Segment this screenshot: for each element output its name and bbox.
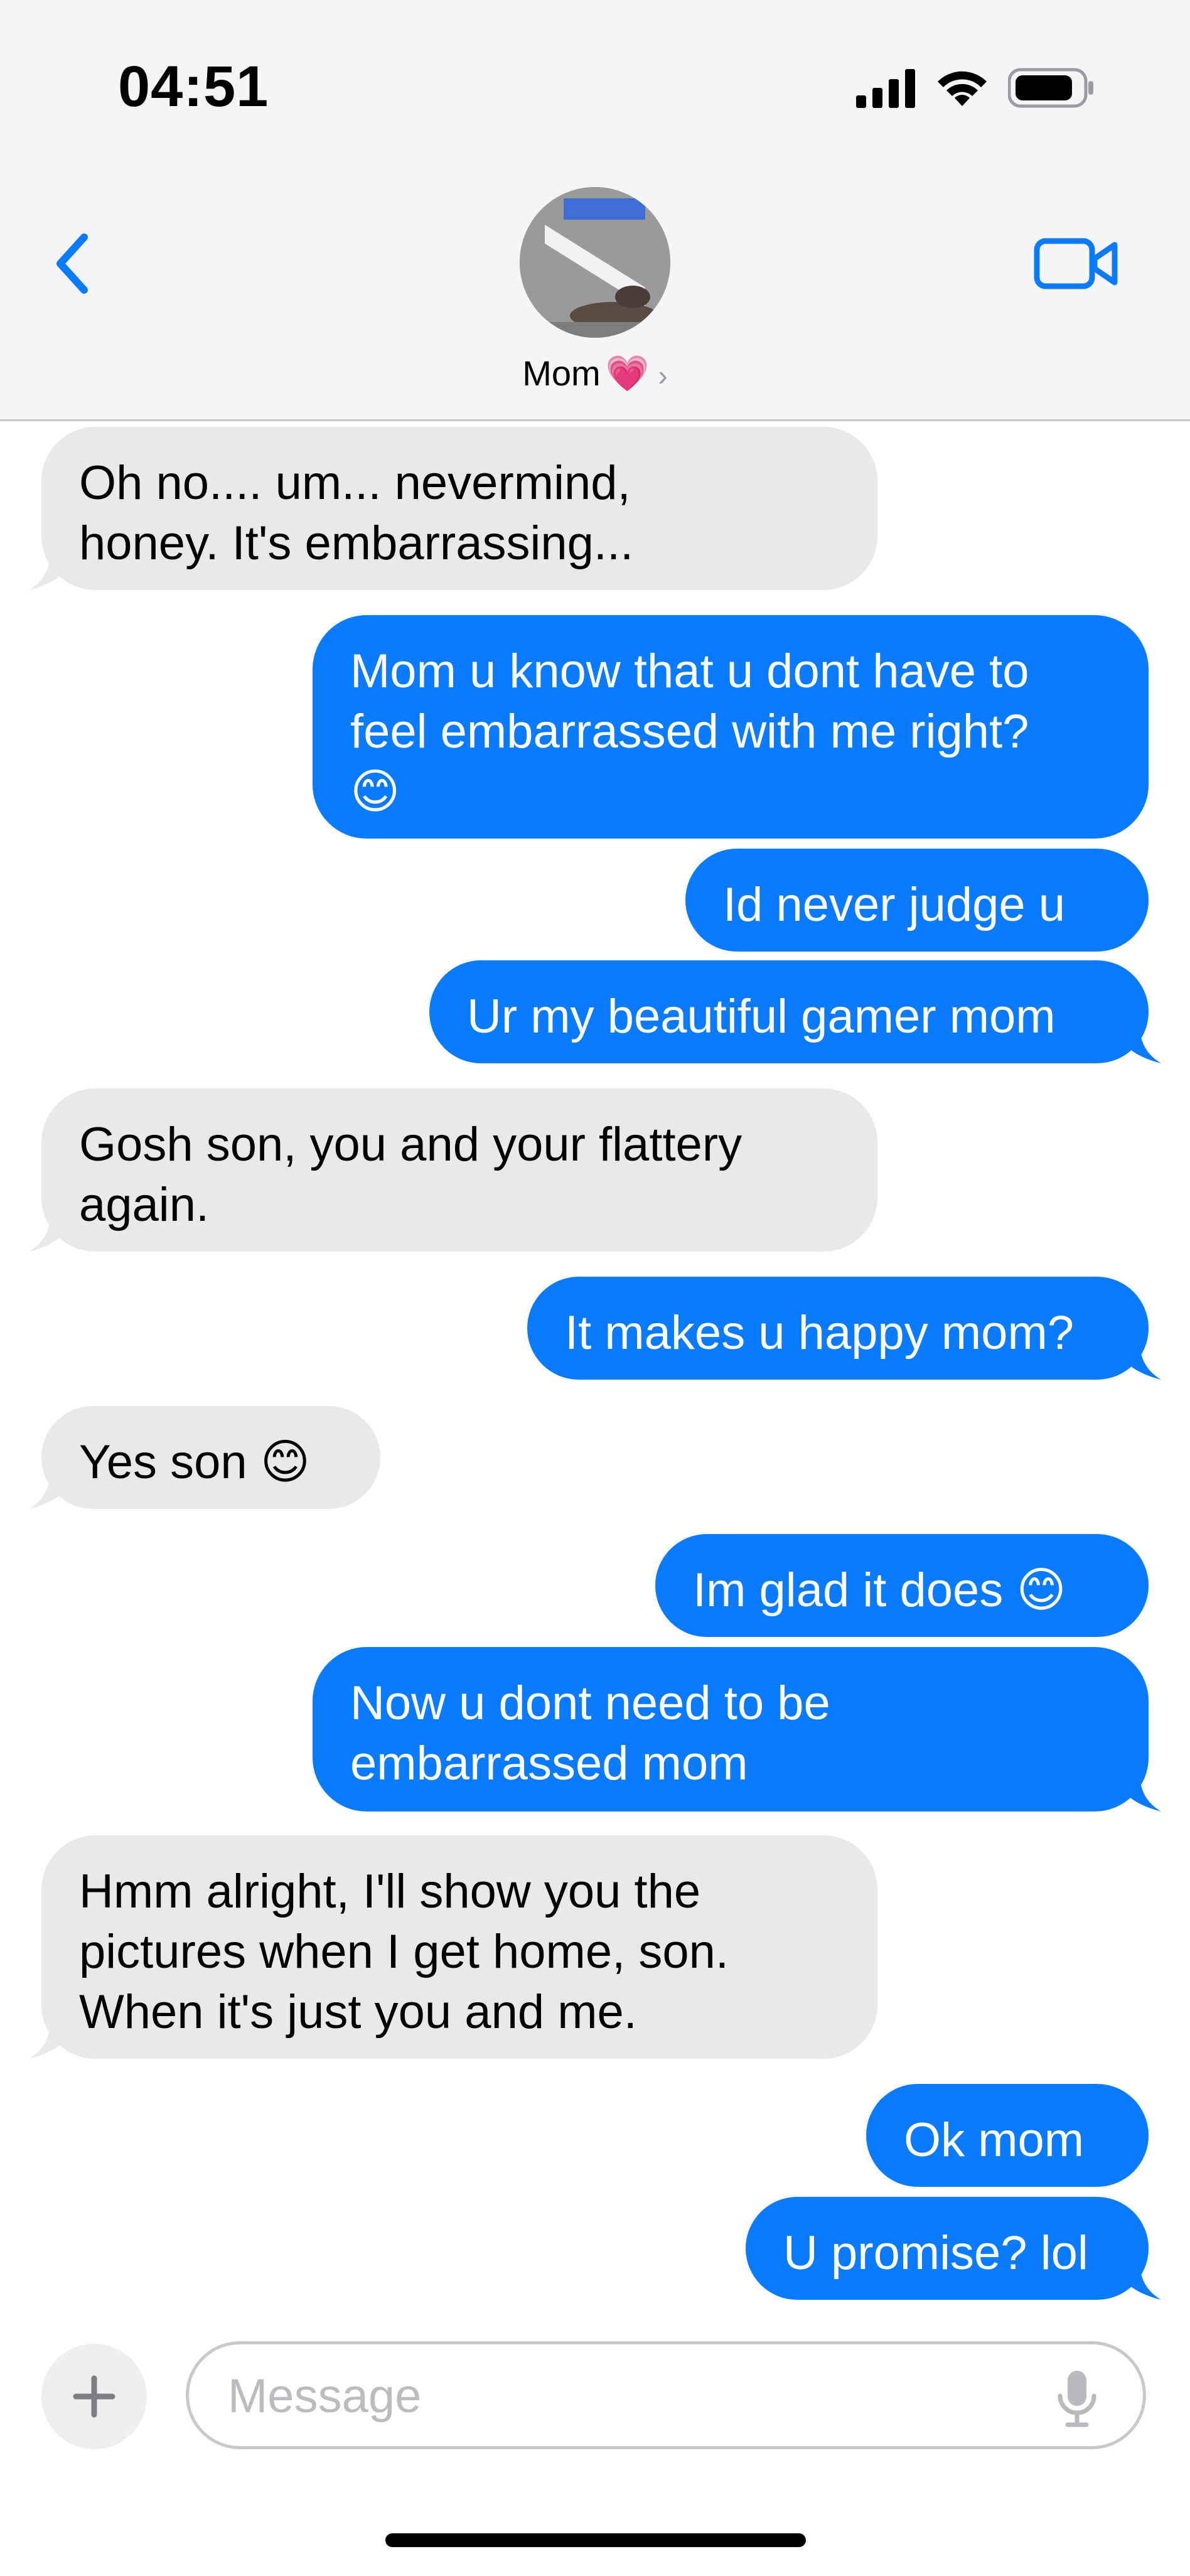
- plus-button[interactable]: [41, 2344, 147, 2449]
- avatar[interactable]: [520, 187, 670, 338]
- bubble-tail: [29, 2021, 75, 2059]
- bubble-tail: [29, 1214, 75, 1252]
- video-call-icon[interactable]: [1033, 232, 1121, 295]
- message-bubble-outgoing[interactable]: It makes u happy mom?: [527, 1277, 1149, 1380]
- message-bubble-incoming[interactable]: Hmm alright, I'll show you the pictures …: [41, 1835, 877, 2059]
- bubble-tail: [1115, 1342, 1161, 1380]
- contact-name: Mom: [522, 353, 601, 393]
- message-bubble-outgoing[interactable]: Mom u know that u dont have to feel emba…: [313, 615, 1149, 839]
- microphone-icon[interactable]: [1055, 2368, 1099, 2428]
- battery-icon: [1008, 68, 1093, 108]
- bubble-tail: [29, 1471, 75, 1509]
- back-chevron-icon[interactable]: [45, 226, 102, 301]
- bubble-tail: [1115, 2262, 1161, 2300]
- bubble-tail: [1115, 1774, 1161, 1811]
- message-bubble-outgoing[interactable]: Ok mom: [866, 2084, 1149, 2187]
- bubble-tail: [29, 552, 75, 590]
- message-bubble-incoming[interactable]: Oh no.... um... nevermind, honey. It's e…: [41, 427, 877, 590]
- message-bubble-outgoing[interactable]: Now u dont need to be embarrassed mom: [313, 1647, 1149, 1811]
- message-bubble-outgoing[interactable]: Ur my beautiful gamer mom: [429, 960, 1149, 1063]
- message-bubble-outgoing[interactable]: Im glad it does 😊: [655, 1534, 1149, 1637]
- message-input[interactable]: [227, 2344, 1032, 2447]
- message-bubble-incoming[interactable]: Yes son 😊: [41, 1406, 380, 1509]
- wifi-icon: [938, 71, 987, 106]
- home-indicator: [385, 2533, 806, 2547]
- plus-icon: [73, 2375, 115, 2418]
- message-bubble-outgoing[interactable]: U promise? lol: [746, 2197, 1149, 2300]
- contact-name-row[interactable]: Mom 💗 ›: [0, 353, 1190, 394]
- bubble-tail: [1115, 1026, 1161, 1063]
- heart-emoji: 💗: [605, 353, 650, 393]
- status-time: 04:51: [118, 55, 269, 119]
- message-bubble-incoming[interactable]: Gosh son, you and your flattery again.: [41, 1088, 877, 1252]
- signal-icon: [856, 69, 915, 108]
- message-bubble-outgoing[interactable]: Id never judge u: [685, 849, 1149, 952]
- avatar-photo: [520, 187, 670, 338]
- conversation-header: 04:51 Mom 💗 ›: [0, 0, 1190, 421]
- message-input-container[interactable]: [186, 2341, 1146, 2449]
- chevron-right-icon: ›: [658, 359, 668, 392]
- status-icons: [856, 63, 1096, 113]
